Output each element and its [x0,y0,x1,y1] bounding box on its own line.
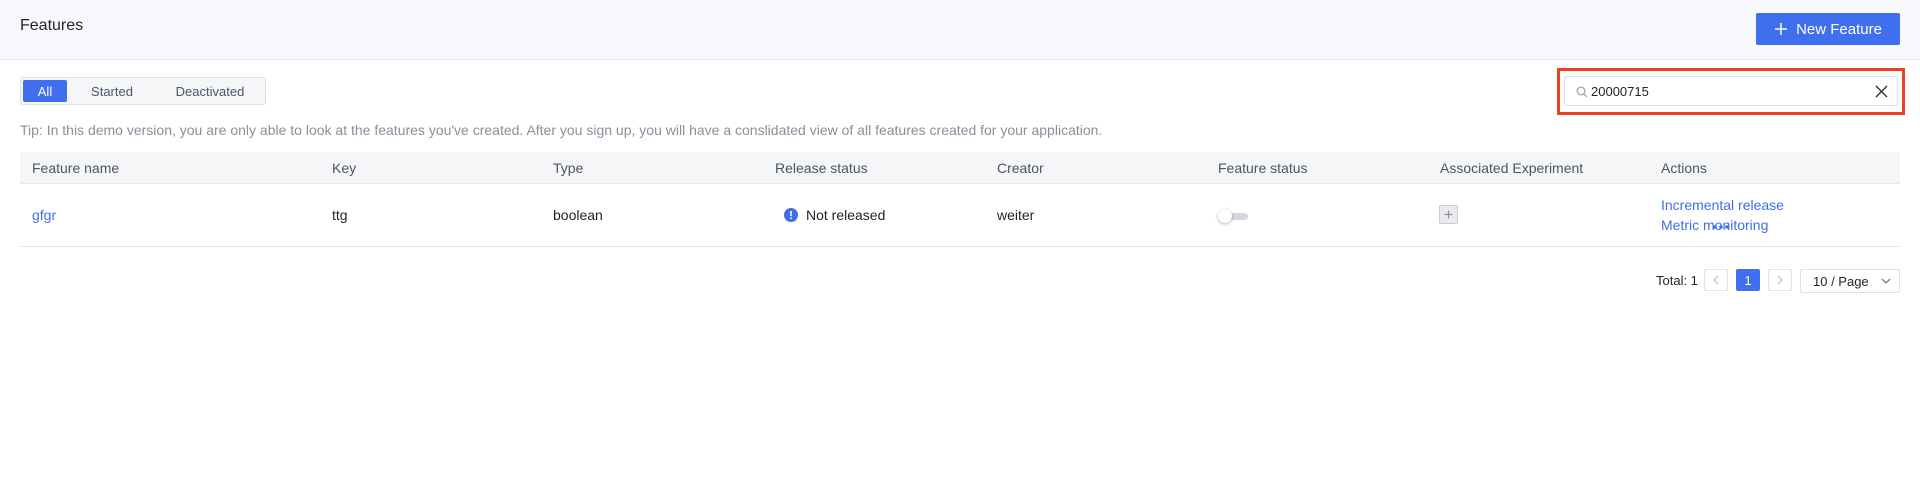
column-key: Key [332,160,357,176]
info-icon [784,208,798,222]
column-feature-status: Feature status [1218,160,1308,176]
chevron-right-icon [1777,275,1783,285]
demo-tip: Tip: In this demo version, you are only … [20,122,1103,138]
add-experiment-button[interactable] [1439,205,1458,224]
tab-deactivated[interactable]: Deactivated [157,80,263,102]
pagination-total: Total: 1 [1656,273,1698,288]
column-associated-experiment: Associated Experiment [1440,160,1584,176]
column-creator: Creator [997,160,1044,176]
toggle-knob [1218,209,1232,223]
feature-key: ttg [332,207,348,223]
chevron-down-icon [1881,278,1891,284]
incremental-release-link[interactable]: Incremental release [1661,197,1784,213]
column-release-status: Release status [775,160,868,176]
next-page-button[interactable] [1768,269,1792,291]
search-input[interactable] [1591,81,1861,101]
feature-status-toggle[interactable] [1218,209,1250,223]
page-number-button[interactable]: 1 [1736,269,1760,291]
page-title: Features [20,17,84,34]
prev-page-button[interactable] [1704,269,1728,291]
plus-icon [1775,23,1788,35]
new-feature-label: New Feature [1796,20,1882,38]
table-row: gfgr ttg boolean Not released weiter Inc… [20,184,1900,247]
release-status-label: Not released [806,207,886,223]
page-size-label: 10 / Page [1813,273,1869,289]
tab-all[interactable]: All [23,80,67,102]
column-actions: Actions [1661,160,1707,176]
column-type: Type [553,160,584,176]
column-feature-name: Feature name [32,160,120,176]
search-box [1564,76,1898,106]
creator: weiter [997,207,1035,223]
close-icon[interactable] [1875,85,1888,98]
page-size-select[interactable]: 10 / Page [1800,269,1900,293]
chevron-left-icon [1713,275,1719,285]
table-header: Feature name Key Type Release status Cre… [20,152,1900,184]
feature-type: boolean [553,207,603,223]
more-icon[interactable] [1712,224,1730,230]
plus-icon [1444,210,1453,219]
release-status: Not released [784,207,885,223]
page-header: Features New Feature [0,0,1920,60]
search-icon [1576,86,1588,98]
status-filter-tabs: All Started Deactivated [20,77,266,105]
tab-started[interactable]: Started [69,80,155,102]
new-feature-button[interactable]: New Feature [1756,13,1900,45]
feature-name-link[interactable]: gfgr [32,207,56,223]
